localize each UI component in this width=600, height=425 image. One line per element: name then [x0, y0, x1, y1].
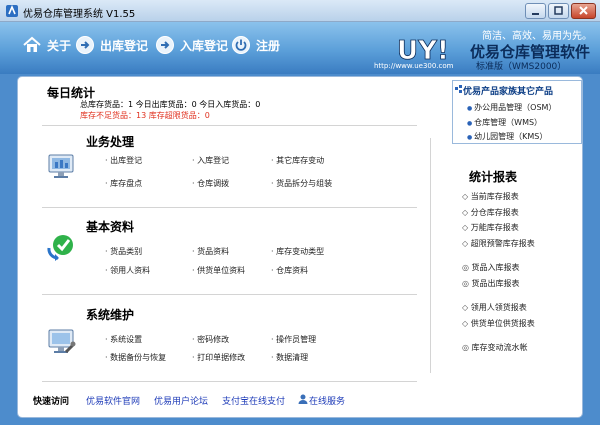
business-monitor-icon — [48, 154, 74, 178]
user-service-icon — [298, 394, 308, 404]
family-item-osm[interactable]: 办公用品管理（OSM） — [467, 102, 556, 113]
daily-stats-line: 总库存货品：1 今日出库货品：0 今日入库货品：0 — [80, 100, 261, 109]
section-title-basic-data: 基本资料 — [86, 220, 135, 234]
menu-item-supplier-data[interactable]: 供货单位资料 — [192, 265, 245, 276]
header-banner: 关于 出库登记 入库登记 注册 简洁、高效、易用为先。 UY! 优易仓库管理软件… — [0, 22, 600, 74]
minimize-icon — [532, 13, 539, 15]
link-official-site[interactable]: 优易软件官网 — [86, 394, 140, 407]
window-title: 优易仓库管理系统 V1.55 — [23, 9, 136, 20]
menu-item-transfer[interactable]: 仓库调拨 — [192, 178, 229, 189]
arrow-right-circle-icon — [156, 36, 174, 54]
link-alipay[interactable]: 支付宝在线支付 — [222, 394, 285, 407]
divider — [42, 207, 417, 208]
nav-about-button[interactable]: 关于 — [22, 34, 71, 56]
nav-outbound-label: 出库登记 — [100, 38, 149, 53]
vertical-divider — [430, 138, 431, 373]
report-current-stock[interactable]: 当前库存报表 — [462, 191, 519, 202]
menu-item-backup-restore[interactable]: 数据备份与恢复 — [105, 352, 166, 363]
title-bar: 优易仓库管理系统 V1.55 — [0, 0, 600, 22]
menu-item-warehouse-data[interactable]: 仓库资料 — [271, 265, 308, 276]
nav-register-label: 注册 — [256, 38, 281, 53]
menu-item-split-assemble[interactable]: 货品拆分与组装 — [271, 178, 332, 189]
product-family-title: 优易产品家族其它产品 — [463, 87, 554, 97]
report-supplier-supply[interactable]: 供货单位供货报表 — [462, 318, 535, 329]
close-button[interactable] — [571, 3, 596, 19]
home-icon — [23, 36, 41, 52]
report-stock-by-warehouse[interactable]: 分仓库存报表 — [462, 207, 519, 218]
arrow-right-circle-icon — [76, 36, 94, 54]
app-icon — [6, 4, 18, 17]
menu-item-print-form-edit[interactable]: 打印单据修改 — [192, 352, 245, 363]
maximize-button[interactable] — [548, 3, 569, 19]
close-icon — [579, 6, 588, 15]
divider — [42, 294, 417, 295]
menu-item-change-password[interactable]: 密码修改 — [192, 334, 229, 345]
report-goods-outbound[interactable]: 货品出库报表 — [462, 278, 520, 289]
brand-url[interactable]: http://www.ue300.com — [374, 62, 453, 70]
slogan: 简洁、高效、易用为先。 — [482, 31, 592, 42]
brand-edition: 标准版（WMS2000） — [476, 62, 567, 72]
divider — [42, 125, 417, 126]
nav-inbound-button[interactable]: 入库登记 — [155, 34, 228, 56]
report-stock-change-ledger[interactable]: 库存变动流水帐 — [462, 342, 528, 353]
menu-item-goods-category[interactable]: 货品类别 — [105, 246, 142, 257]
maximize-icon — [554, 6, 563, 15]
report-universal-stock[interactable]: 万能库存报表 — [462, 222, 519, 233]
product-family-box: 优易产品家族其它产品 办公用品管理（OSM） 仓库管理（WMS） 幼儿园管理（K… — [452, 80, 582, 144]
checkmark-refresh-icon — [47, 235, 73, 261]
reports-title: 统计报表 — [469, 170, 518, 184]
report-recipient-pickup[interactable]: 领用人领货报表 — [462, 302, 527, 313]
menu-item-goods-data[interactable]: 货品资料 — [192, 246, 229, 257]
menu-item-system-settings[interactable]: 系统设置 — [105, 334, 142, 345]
family-item-wms[interactable]: 仓库管理（WMS） — [467, 117, 542, 128]
section-title-business: 业务处理 — [86, 135, 135, 149]
nav-inbound-label: 入库登记 — [180, 38, 229, 53]
link-user-forum[interactable]: 优易用户论坛 — [154, 394, 208, 407]
bullet-icon — [455, 85, 462, 93]
quick-access-label: 快速访问 — [33, 397, 70, 407]
family-item-kms[interactable]: 幼儿园管理（KMS） — [467, 131, 547, 142]
menu-item-other-stock-change[interactable]: 其它库存变动 — [271, 155, 324, 166]
nav-about-label: 关于 — [47, 38, 72, 53]
report-overlimit-warning[interactable]: 超限预警库存报表 — [462, 238, 535, 249]
menu-item-stocktake[interactable]: 库存盘点 — [105, 178, 142, 189]
menu-item-outbound[interactable]: 出库登记 — [105, 155, 142, 166]
menu-item-recipient-data[interactable]: 领用人资料 — [105, 265, 150, 276]
menu-item-inbound[interactable]: 入库登记 — [192, 155, 229, 166]
nav-register-button[interactable]: 注册 — [231, 34, 280, 56]
menu-item-operator-management[interactable]: 操作员管理 — [271, 334, 316, 345]
minimize-button[interactable] — [525, 3, 546, 19]
power-icon — [232, 36, 250, 54]
section-title-system-maintenance: 系统维护 — [86, 308, 135, 322]
daily-stats-warning: 库存不足货品：13 库存超限货品：0 — [80, 111, 210, 120]
menu-item-stock-change-type[interactable]: 库存变动类型 — [271, 246, 324, 257]
menu-item-data-cleanup[interactable]: 数据清理 — [271, 352, 308, 363]
nav-outbound-button[interactable]: 出库登记 — [75, 34, 148, 56]
link-online-service[interactable]: 在线服务 — [309, 394, 345, 407]
system-maintenance-icon — [48, 329, 76, 354]
divider — [42, 381, 417, 382]
report-goods-inbound[interactable]: 货品入库报表 — [462, 262, 520, 273]
